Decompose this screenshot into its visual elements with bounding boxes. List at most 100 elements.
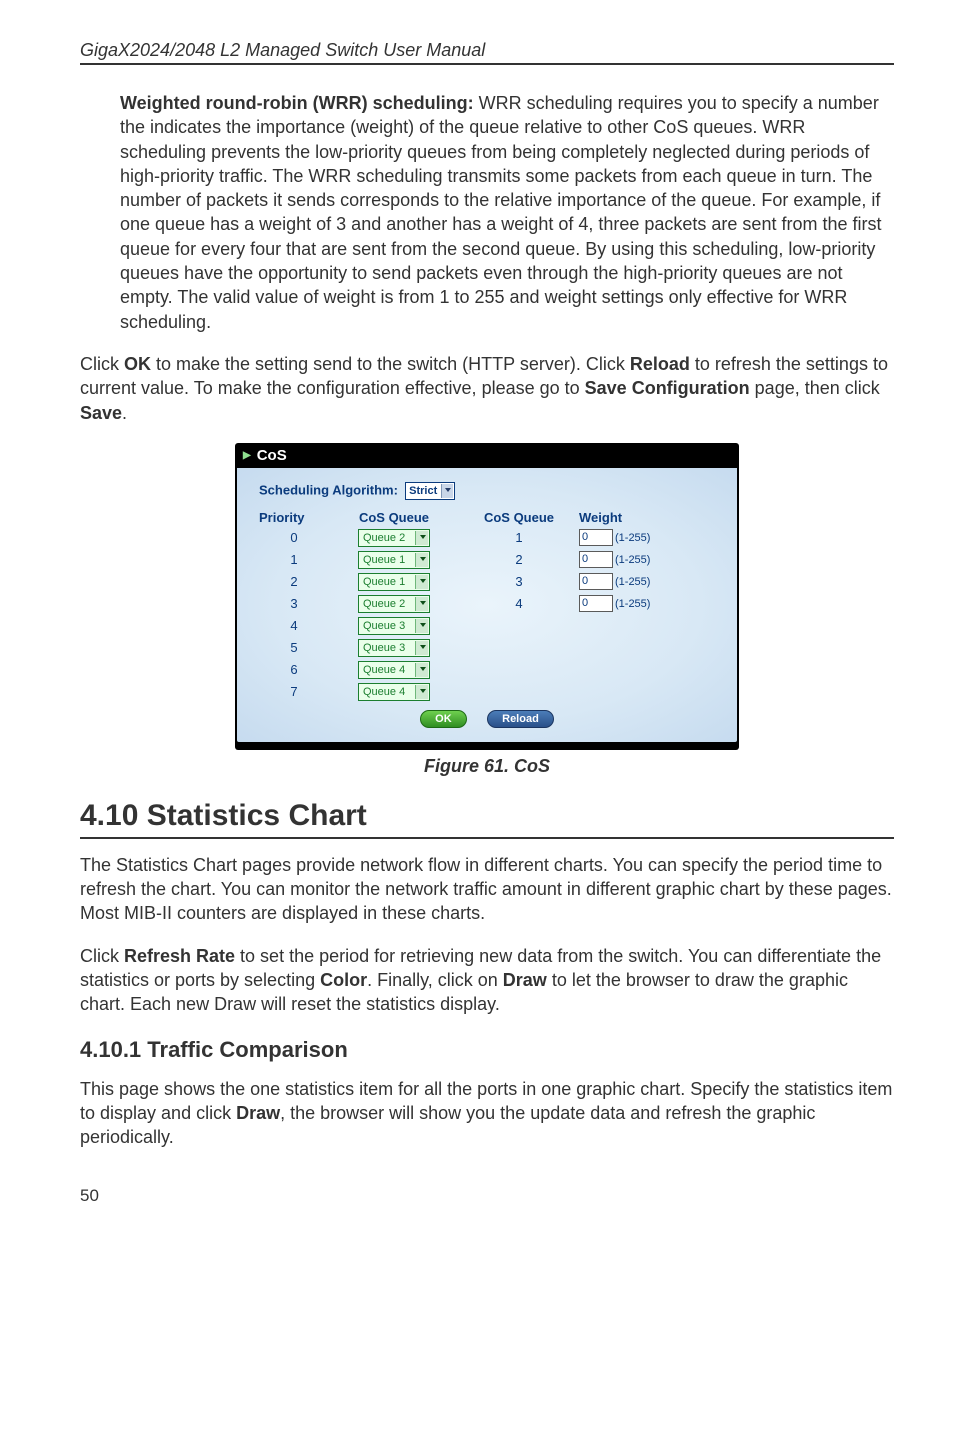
weight-input[interactable]: 0: [579, 551, 613, 568]
weight-range: (1-255): [615, 554, 650, 566]
queue-select[interactable]: Queue 3: [358, 617, 430, 635]
section-4-10-title: 4.10 Statistics Chart: [80, 799, 894, 839]
t5: .: [122, 403, 127, 423]
queue-num-cell: 4: [459, 596, 579, 611]
chevron-down-icon: [420, 645, 426, 649]
sb2: Color: [320, 970, 367, 990]
weight-input[interactable]: 0: [579, 595, 613, 612]
weight-cell: 0(1-255): [579, 529, 709, 547]
priority-cell: 3: [259, 596, 329, 611]
stats-para-1: The Statistics Chart pages provide netwo…: [80, 853, 894, 926]
queue-value: Queue 4: [363, 664, 405, 676]
weight-range: (1-255): [615, 598, 650, 610]
queue-select[interactable]: Queue 2: [358, 595, 430, 613]
arrow-icon: ▶: [243, 450, 251, 461]
cos-content: Scheduling Algorithm: Strict Priority Co…: [237, 468, 737, 742]
queue-num-cell: 1: [459, 530, 579, 545]
reload-button[interactable]: Reload: [487, 710, 554, 728]
queue-value: Queue 1: [363, 554, 405, 566]
queue-select[interactable]: Queue 4: [358, 683, 430, 701]
priority-cell: 1: [259, 552, 329, 567]
weight-cell: 0(1-255): [579, 551, 709, 569]
queue-select-wrap: Queue 3: [329, 639, 459, 657]
chevron-down-icon: [445, 488, 451, 492]
queue-select-wrap: Queue 2: [329, 529, 459, 547]
priority-cell: 6: [259, 662, 329, 677]
wrr-text: WRR scheduling requires you to specify a…: [120, 93, 881, 332]
chevron-down-icon: [420, 535, 426, 539]
weight-cell: 0(1-255): [579, 595, 709, 613]
cos-grid: Priority CoS Queue CoS Queue Weight 0 Qu…: [259, 510, 715, 701]
subsection-4-10-1-title: 4.10.1 Traffic Comparison: [80, 1037, 894, 1063]
queue-select-wrap: Queue 1: [329, 573, 459, 591]
sb3: Draw: [503, 970, 547, 990]
scheduling-row: Scheduling Algorithm: Strict: [259, 482, 715, 500]
sp1: Click: [80, 946, 124, 966]
cos-panel: ▶ CoS Scheduling Algorithm: Strict Prior…: [235, 443, 739, 750]
queue-select-wrap: Queue 2: [329, 595, 459, 613]
priority-cell: 2: [259, 574, 329, 589]
figure-caption: Figure 61. CoS: [80, 756, 894, 777]
queue-value: Queue 2: [363, 598, 405, 610]
chevron-down-icon: [420, 557, 426, 561]
weight-input[interactable]: 0: [579, 529, 613, 546]
sb1: Refresh Rate: [124, 946, 235, 966]
b1: OK: [124, 354, 151, 374]
queue-value: Queue 2: [363, 532, 405, 544]
stats-para-2: Click Refresh Rate to set the period for…: [80, 944, 894, 1017]
scheduling-value: Strict: [409, 485, 437, 497]
queue-select[interactable]: Queue 4: [358, 661, 430, 679]
b4: Save: [80, 403, 122, 423]
hdr-priority: Priority: [259, 510, 329, 525]
button-row: OK Reload: [259, 709, 715, 728]
weight-cell: 0(1-255): [579, 573, 709, 591]
queue-num-cell: 3: [459, 574, 579, 589]
queue-select-wrap: Queue 4: [329, 683, 459, 701]
cos-title: CoS: [257, 447, 287, 464]
wrr-lead: Weighted round-robin (WRR) scheduling:: [120, 93, 474, 113]
priority-cell: 4: [259, 618, 329, 633]
priority-cell: 5: [259, 640, 329, 655]
queue-value: Queue 1: [363, 576, 405, 588]
scheduling-select[interactable]: Strict: [405, 482, 455, 500]
scheduling-label: Scheduling Algorithm:: [259, 482, 398, 497]
queue-select[interactable]: Queue 1: [358, 573, 430, 591]
chevron-down-icon: [420, 579, 426, 583]
priority-cell: 0: [259, 530, 329, 545]
chevron-down-icon: [420, 623, 426, 627]
ok-button[interactable]: OK: [420, 710, 467, 728]
queue-select-wrap: Queue 1: [329, 551, 459, 569]
hdr-weight: Weight: [579, 510, 709, 525]
queue-value: Queue 3: [363, 642, 405, 654]
cos-titlebar: ▶ CoS: [237, 445, 737, 468]
chevron-down-icon: [420, 667, 426, 671]
weight-range: (1-255): [615, 576, 650, 588]
t2: to make the setting send to the switch (…: [151, 354, 630, 374]
priority-cell: 7: [259, 684, 329, 699]
hdr-queue-assign: CoS Queue: [329, 510, 459, 525]
weight-input[interactable]: 0: [579, 573, 613, 590]
chevron-down-icon: [420, 689, 426, 693]
weight-range: (1-255): [615, 532, 650, 544]
b3: Save Configuration: [585, 378, 750, 398]
traffic-para: This page shows the one statistics item …: [80, 1077, 894, 1150]
hdr-queue-group: CoS Queue: [459, 510, 579, 525]
doc-header: GigaX2024/2048 L2 Managed Switch User Ma…: [80, 40, 894, 65]
queue-select[interactable]: Queue 1: [358, 551, 430, 569]
queue-select-wrap: Queue 3: [329, 617, 459, 635]
queue-select[interactable]: Queue 2: [358, 529, 430, 547]
queue-value: Queue 3: [363, 620, 405, 632]
chevron-down-icon: [420, 601, 426, 605]
tb1: Draw: [236, 1103, 280, 1123]
sp3: . Finally, click on: [367, 970, 503, 990]
queue-value: Queue 4: [363, 686, 405, 698]
click-ok-paragraph: Click OK to make the setting send to the…: [80, 352, 894, 425]
wrr-paragraph: Weighted round-robin (WRR) scheduling: W…: [120, 91, 894, 334]
page-number: 50: [80, 1186, 894, 1206]
t4: page, then click: [750, 378, 880, 398]
queue-num-cell: 2: [459, 552, 579, 567]
queue-select[interactable]: Queue 3: [358, 639, 430, 657]
queue-select-wrap: Queue 4: [329, 661, 459, 679]
t1: Click: [80, 354, 124, 374]
b2: Reload: [630, 354, 690, 374]
